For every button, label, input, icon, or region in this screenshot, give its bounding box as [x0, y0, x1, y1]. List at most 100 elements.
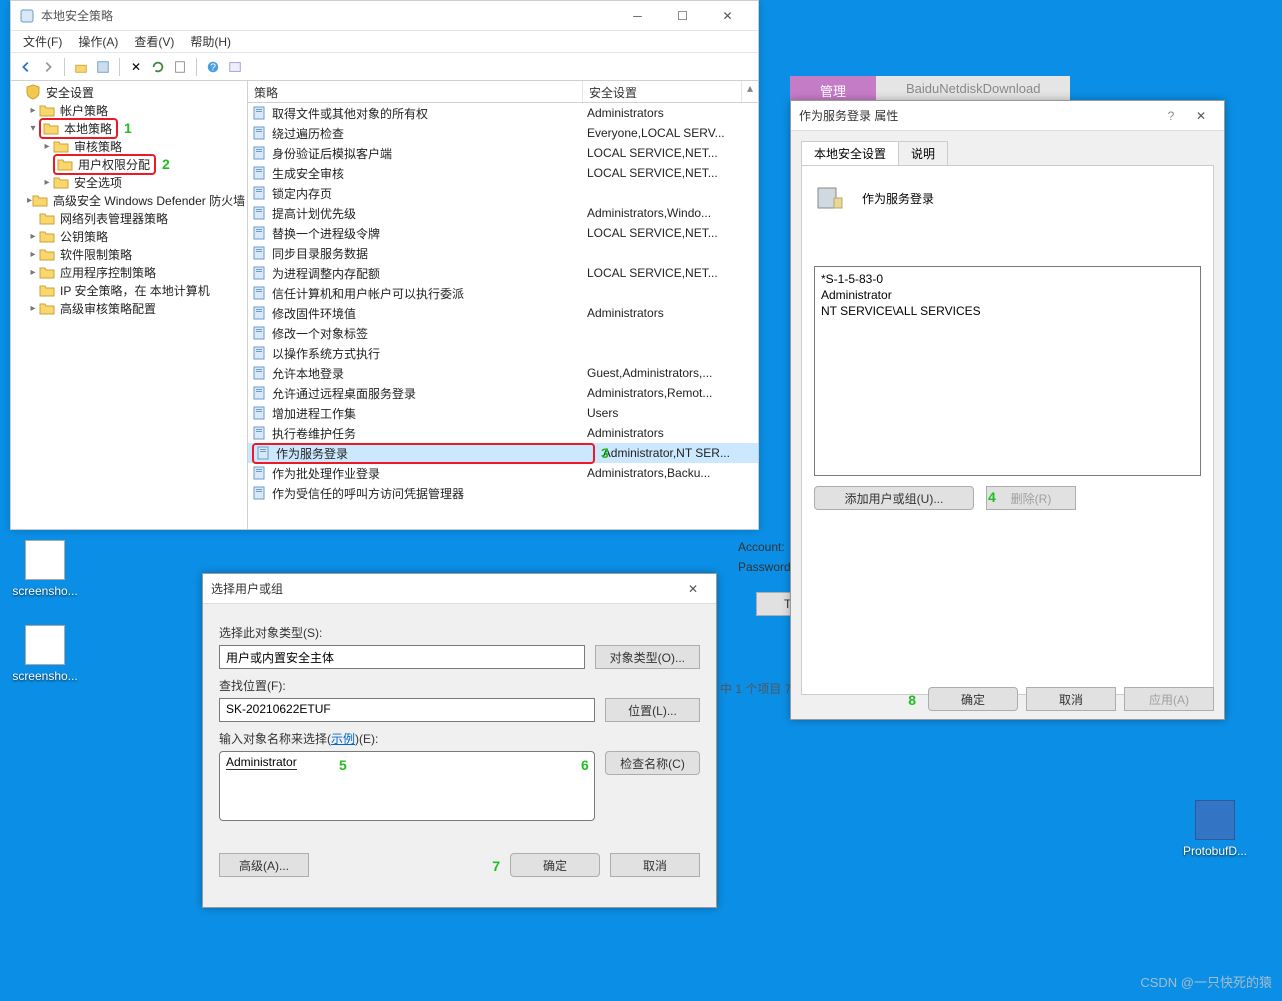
desktop-icon-screenshot2[interactable]: screensho...: [10, 625, 80, 683]
folder-icon: [39, 210, 55, 226]
help-icon[interactable]: ?: [204, 58, 222, 76]
tree-item[interactable]: ▸高级安全 Windows Defender 防火墙: [13, 191, 245, 209]
cancel-button[interactable]: 取消: [610, 853, 700, 877]
policy-row[interactable]: 绕过遍历检查Everyone,LOCAL SERV...: [248, 123, 758, 143]
help-button[interactable]: ?: [1156, 109, 1186, 123]
bg-password-label: Password:: [738, 560, 794, 574]
policy-icon: [252, 245, 268, 261]
policy-row[interactable]: 作为批处理作业登录Administrators,Backu...: [248, 463, 758, 483]
policy-row[interactable]: 作为服务登录3Administrator,NT SER...: [248, 443, 758, 463]
menu-help[interactable]: 帮助(H): [182, 31, 239, 52]
policy-row[interactable]: 替换一个进程级令牌LOCAL SERVICE,NET...: [248, 223, 758, 243]
policy-row[interactable]: 身份验证后模拟客户端LOCAL SERVICE,NET...: [248, 143, 758, 163]
dialog-tabs: 本地安全设置 说明: [801, 141, 1214, 165]
tree-item-label: 公钥策略: [58, 228, 110, 245]
check-names-button[interactable]: 检查名称(C): [605, 751, 700, 775]
ok-button[interactable]: 确定: [510, 853, 600, 877]
desktop-icon-screenshot1[interactable]: screensho...: [10, 540, 80, 598]
close-button[interactable]: ✕: [678, 582, 708, 596]
policy-row[interactable]: 允许本地登录Guest,Administrators,...: [248, 363, 758, 383]
close-button[interactable]: ✕: [1186, 109, 1216, 123]
list-header: 策略 安全设置 ▴: [248, 81, 758, 103]
policy-icon: [252, 105, 268, 121]
cancel-button[interactable]: 取消: [1026, 687, 1116, 711]
policy-row[interactable]: 修改一个对象标签: [248, 323, 758, 343]
policy-row[interactable]: 为进程调整内存配额LOCAL SERVICE,NET...: [248, 263, 758, 283]
policy-row[interactable]: 修改固件环境值Administrators: [248, 303, 758, 323]
tree-pane[interactable]: 安全设置 ▸帐户策略▾本地策略1▸审核策略用户权限分配2▸安全选项▸高级安全 W…: [11, 81, 248, 529]
forward-icon[interactable]: [39, 58, 57, 76]
tree-item-label: 审核策略: [72, 138, 124, 155]
policy-name: 生成安全审核: [272, 165, 587, 182]
policy-row[interactable]: 生成安全审核LOCAL SERVICE,NET...: [248, 163, 758, 183]
policy-row[interactable]: 取得文件或其他对象的所有权Administrators: [248, 103, 758, 123]
tree-item[interactable]: ▾本地策略1: [13, 119, 245, 137]
back-icon[interactable]: [17, 58, 35, 76]
policy-row[interactable]: 同步目录服务数据: [248, 243, 758, 263]
policy-list-pane: 策略 安全设置 ▴ 取得文件或其他对象的所有权Administrators绕过遍…: [248, 81, 758, 529]
policy-setting: Administrators,Windo...: [587, 206, 754, 220]
column-header-policy[interactable]: 策略: [248, 81, 583, 102]
object-name-input[interactable]: Administrator: [219, 751, 595, 821]
policy-name: 修改一个对象标签: [272, 325, 587, 342]
options-icon[interactable]: [226, 58, 244, 76]
menu-view[interactable]: 查看(V): [126, 31, 182, 52]
up-icon[interactable]: [72, 58, 90, 76]
tree-item[interactable]: ▸安全选项: [13, 173, 245, 191]
policy-setting: Administrators: [587, 106, 754, 120]
tree-item[interactable]: ▸帐户策略: [13, 101, 245, 119]
tree-item[interactable]: ▸应用程序控制策略: [13, 263, 245, 281]
minimize-button[interactable]: ─: [615, 1, 660, 31]
example-link[interactable]: 示例: [331, 732, 355, 746]
folder-icon: [57, 156, 73, 172]
tree-item[interactable]: ▸高级审核策略配置: [13, 299, 245, 317]
locations-button[interactable]: 位置(L)...: [605, 698, 700, 722]
ok-button[interactable]: 确定: [928, 687, 1018, 711]
advanced-button[interactable]: 高级(A)...: [219, 853, 309, 877]
menu-file[interactable]: 文件(F): [15, 31, 70, 52]
policy-row[interactable]: 作为受信任的呼叫方访问凭据管理器: [248, 483, 758, 503]
policy-row[interactable]: 增加进程工作集Users: [248, 403, 758, 423]
tree-item[interactable]: IP 安全策略，在 本地计算机: [13, 281, 245, 299]
policy-name: 允许通过远程桌面服务登录: [272, 385, 587, 402]
member-item[interactable]: Administrator: [819, 287, 1196, 303]
maximize-button[interactable]: ☐: [660, 1, 705, 31]
export-icon[interactable]: [171, 58, 189, 76]
tree-item[interactable]: 用户权限分配2: [13, 155, 245, 173]
tree-item[interactable]: 网络列表管理器策略: [13, 209, 245, 227]
policy-name: 绕过遍历检查: [272, 125, 587, 142]
policy-icon: [252, 425, 268, 441]
member-item[interactable]: *S-1-5-83-0: [819, 271, 1196, 287]
close-button[interactable]: ✕: [705, 1, 750, 31]
policy-name: 同步目录服务数据: [272, 245, 587, 262]
policy-row[interactable]: 锁定内存页: [248, 183, 758, 203]
tab-explain[interactable]: 说明: [898, 141, 948, 165]
column-header-setting[interactable]: 安全设置: [583, 81, 742, 102]
policy-row[interactable]: 提高计划优先级Administrators,Windo...: [248, 203, 758, 223]
dialog-title: 选择用户或组: [211, 580, 678, 597]
annotation-7: 7: [492, 858, 500, 882]
members-listbox[interactable]: *S-1-5-83-0AdministratorNT SERVICE\ALL S…: [814, 266, 1201, 476]
policy-row[interactable]: 以操作系统方式执行: [248, 343, 758, 363]
tree-item[interactable]: ▸软件限制策略: [13, 245, 245, 263]
policy-row[interactable]: 执行卷维护任务Administrators: [248, 423, 758, 443]
apply-button: 应用(A): [1124, 687, 1214, 711]
object-types-button[interactable]: 对象类型(O)...: [595, 645, 700, 669]
tree-root[interactable]: 安全设置: [13, 83, 245, 101]
policy-row[interactable]: 允许通过远程桌面服务登录Administrators,Remot...: [248, 383, 758, 403]
tree-item[interactable]: ▸公钥策略: [13, 227, 245, 245]
scroll-up-icon[interactable]: ▴: [742, 81, 758, 102]
policy-name: 作为批处理作业登录: [272, 465, 587, 482]
list-body[interactable]: 取得文件或其他对象的所有权Administrators绕过遍历检查Everyon…: [248, 103, 758, 529]
menu-action[interactable]: 操作(A): [70, 31, 126, 52]
add-user-group-button[interactable]: 添加用户或组(U)...: [814, 486, 974, 510]
member-item[interactable]: NT SERVICE\ALL SERVICES: [819, 303, 1196, 319]
delete-icon[interactable]: ✕: [127, 58, 145, 76]
tree-item[interactable]: ▸审核策略: [13, 137, 245, 155]
properties-icon[interactable]: [94, 58, 112, 76]
refresh-icon[interactable]: [149, 58, 167, 76]
tab-local-security[interactable]: 本地安全设置: [801, 141, 899, 165]
tree-item-label: 高级审核策略配置: [58, 300, 158, 317]
desktop-icon-protobuf[interactable]: ProtobufD...: [1180, 800, 1250, 858]
policy-row[interactable]: 信任计算机和用户帐户可以执行委派: [248, 283, 758, 303]
